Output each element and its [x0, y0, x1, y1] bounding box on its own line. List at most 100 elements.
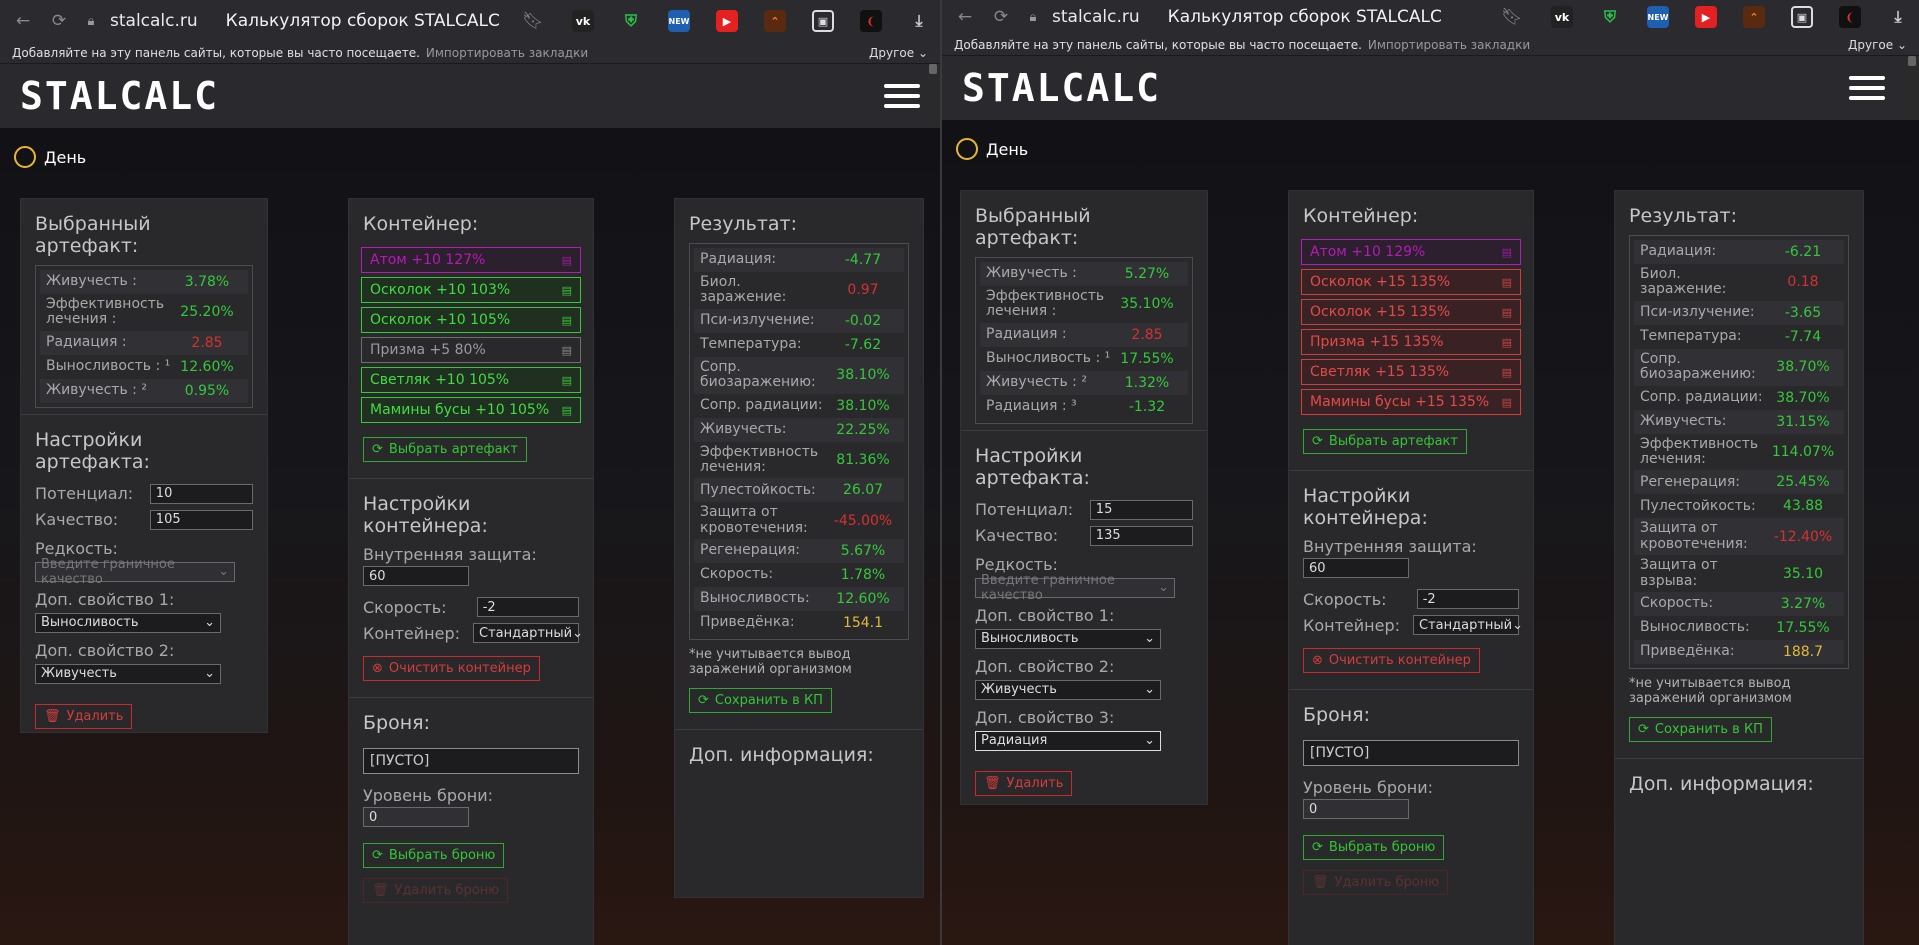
- youtube-icon[interactable]: ▶: [1695, 6, 1717, 28]
- choose-armor-button[interactable]: ⟳ Выбрать броню: [1303, 835, 1445, 860]
- reload-icon[interactable]: ⟳: [988, 7, 1014, 27]
- delete-armor-button[interactable]: 🗑︎ Удалить броню: [363, 878, 509, 903]
- bookmark-icon[interactable]: 🔖︎: [520, 11, 546, 31]
- document-icon[interactable]: ▤: [562, 314, 572, 327]
- menu-icon[interactable]: [1849, 76, 1885, 100]
- choose-armor-button[interactable]: ⟳ Выбрать броню: [363, 843, 505, 868]
- container-item[interactable]: Осколок +15 135% ▤: [1301, 299, 1521, 325]
- container-item[interactable]: Осколок +10 105% ▤: [361, 307, 581, 333]
- download-icon[interactable]: ⤓: [908, 10, 930, 32]
- import-bookmarks-link[interactable]: Импортировать закладки: [426, 46, 588, 60]
- potential-input[interactable]: 15: [1089, 499, 1193, 520]
- document-icon[interactable]: ▤: [1502, 396, 1512, 409]
- address-bar[interactable]: stalcalc.ru: [1052, 7, 1140, 27]
- stat-name: Скорость:: [700, 566, 774, 583]
- lock-icon[interactable]: 🔒︎: [1024, 10, 1042, 25]
- inner-protection-input[interactable]: 60: [1303, 558, 1409, 578]
- clear-container-button[interactable]: ⊗ Очистить контейнер: [1303, 648, 1480, 673]
- window-icon[interactable]: ▣: [812, 10, 834, 32]
- inner-protection-input[interactable]: 60: [363, 566, 469, 586]
- new-extension-icon[interactable]: NEW: [1647, 6, 1669, 28]
- container-item[interactable]: Атом +10 129% ▤: [1301, 239, 1521, 265]
- document-icon[interactable]: ▤: [562, 254, 572, 267]
- menu-icon[interactable]: [884, 84, 920, 108]
- site-logo[interactable]: STALCALC: [20, 74, 219, 118]
- armor-field[interactable]: [ПУСТО]: [1303, 740, 1519, 766]
- window-icon[interactable]: ▣: [1791, 6, 1813, 28]
- reload-icon[interactable]: ⟳: [46, 11, 72, 31]
- import-bookmarks-link[interactable]: Импортировать закладки: [1368, 38, 1530, 52]
- armor-level-input[interactable]: 0: [363, 807, 469, 827]
- document-icon[interactable]: ▤: [562, 404, 572, 417]
- site-header: STALCALC: [942, 56, 1919, 120]
- document-icon[interactable]: ▤: [1502, 366, 1512, 379]
- document-icon[interactable]: ▤: [1502, 276, 1512, 289]
- shield-icon[interactable]: ⛨: [620, 10, 642, 32]
- container-type-select[interactable]: Стандартный ⌄: [1413, 615, 1523, 635]
- mode-label: День: [986, 139, 1029, 159]
- container-item[interactable]: Призма +5 80% ▤: [361, 337, 581, 363]
- container-type-select[interactable]: Стандартный ⌄: [473, 623, 583, 643]
- speed-input[interactable]: -2: [476, 597, 579, 617]
- container-item[interactable]: Мамины бусы +15 135% ▤: [1301, 389, 1521, 415]
- vk-icon[interactable]: vk: [572, 10, 594, 32]
- site-logo[interactable]: STALCALC: [962, 66, 1161, 110]
- other-bookmarks[interactable]: Другое ⌄: [1848, 38, 1907, 52]
- extra1-select[interactable]: Выносливость ⌄: [35, 612, 221, 633]
- container-item[interactable]: Осколок +15 135% ▤: [1301, 269, 1521, 295]
- rarity-select[interactable]: Введите граничное качество ⌄: [975, 573, 1175, 603]
- lock-icon[interactable]: 🔒︎: [82, 14, 100, 29]
- container-item[interactable]: Светляк +10 105% ▤: [361, 367, 581, 393]
- extra3-select[interactable]: Радиация ⌄: [975, 730, 1161, 751]
- delete-button[interactable]: 🗑︎ Удалить: [35, 703, 133, 729]
- download-icon[interactable]: ⤓: [1887, 6, 1909, 28]
- container-item[interactable]: Осколок +10 103% ▤: [361, 277, 581, 303]
- new-extension-icon[interactable]: NEW: [668, 10, 690, 32]
- day-mode-toggle[interactable]: День: [14, 146, 86, 168]
- delete-button[interactable]: 🗑︎ Удалить: [975, 770, 1073, 796]
- result-note: *не учитывается вывод заражений организм…: [689, 647, 852, 678]
- speed-input[interactable]: -2: [1416, 589, 1519, 609]
- extra1-select[interactable]: Выносливость ⌄: [975, 628, 1161, 649]
- choose-artifact-button[interactable]: ⟳ Выбрать артефакт: [1303, 429, 1467, 454]
- quality-row: Качество: 105: [21, 507, 267, 533]
- document-icon[interactable]: ▤: [1502, 336, 1512, 349]
- quality-input[interactable]: 135: [1089, 525, 1193, 546]
- rank-icon[interactable]: ⌃: [1743, 6, 1765, 28]
- shield-icon[interactable]: ⛨: [1599, 6, 1621, 28]
- container-item[interactable]: Мамины бусы +10 105% ▤: [361, 397, 581, 423]
- document-icon[interactable]: ▤: [562, 284, 572, 297]
- day-mode-toggle[interactable]: День: [956, 138, 1028, 160]
- save-kp-button[interactable]: ⟳ Сохранить в КП: [689, 688, 832, 713]
- extra2-select[interactable]: Живучесть ⌄: [35, 663, 221, 684]
- choose-artifact-button[interactable]: ⟳ Выбрать артефакт: [363, 437, 527, 462]
- document-icon[interactable]: ▤: [562, 374, 572, 387]
- armor-field[interactable]: [ПУСТО]: [363, 748, 579, 774]
- address-bar[interactable]: stalcalc.ru: [110, 11, 198, 31]
- clear-container-button[interactable]: ⊗ Очистить контейнер: [363, 656, 540, 681]
- other-bookmarks[interactable]: Другое ⌄: [869, 46, 928, 60]
- save-kp-button[interactable]: ⟳ Сохранить в КП: [1629, 716, 1772, 742]
- stat-row: Биол. заражение: 0.97: [694, 272, 904, 309]
- document-icon[interactable]: ▤: [562, 344, 572, 357]
- potential-input[interactable]: 10: [149, 483, 253, 504]
- back-icon[interactable]: ←: [10, 11, 36, 31]
- rank-icon[interactable]: ⌃: [764, 10, 786, 32]
- back-icon[interactable]: ←: [952, 7, 978, 27]
- vk-icon[interactable]: vk: [1551, 6, 1573, 28]
- container-item[interactable]: Призма +15 135% ▤: [1301, 329, 1521, 355]
- page-title: Калькулятор сборок STALCALC: [225, 11, 500, 31]
- document-icon[interactable]: ▤: [1502, 246, 1512, 259]
- extra2-select[interactable]: Живучесть ⌄: [975, 679, 1161, 700]
- app-icon[interactable]: ❨: [1839, 6, 1861, 28]
- youtube-icon[interactable]: ▶: [716, 10, 738, 32]
- armor-level-input[interactable]: 0: [1303, 799, 1409, 819]
- container-item[interactable]: Атом +10 127% ▤: [361, 247, 581, 273]
- document-icon[interactable]: ▤: [1502, 306, 1512, 319]
- quality-input[interactable]: 105: [149, 509, 253, 530]
- bookmark-icon[interactable]: 🔖︎: [1499, 7, 1525, 27]
- delete-armor-button[interactable]: 🗑︎ Удалить броню: [1303, 870, 1449, 895]
- app-icon[interactable]: ❨: [860, 10, 882, 32]
- rarity-select[interactable]: Введите граничное качество ⌄: [35, 557, 235, 587]
- container-item[interactable]: Светляк +15 135% ▤: [1301, 359, 1521, 385]
